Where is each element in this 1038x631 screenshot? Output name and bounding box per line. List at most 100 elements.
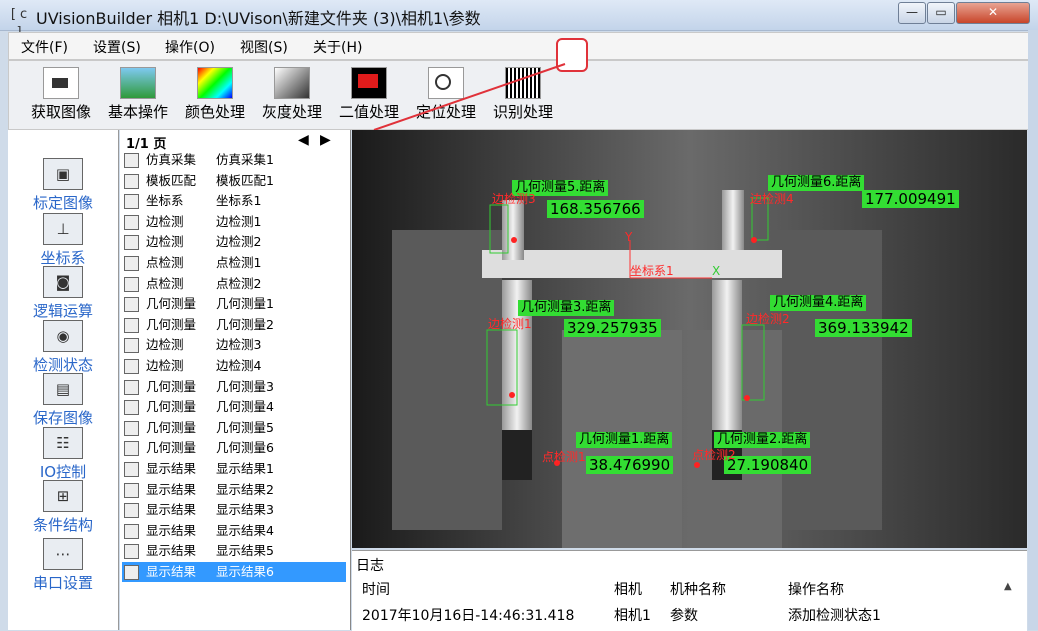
step-type-icon [124,565,139,580]
tool-label: 颜色处理 [184,103,245,121]
step-row[interactable]: 点检测 点检测1 [122,253,346,273]
edge2-label: 边检测2 [746,312,790,326]
nav-save-image[interactable]: ▤ 保存图像 [8,373,118,428]
condition-icon: ⊞ [43,480,83,512]
left-nav: ▣ 标定图像 ⊥ 坐标系 ◙ 逻辑运算 ◉ 检测状态 ▤ 保存图像 ☷ IO控制… [8,130,119,630]
step-type: 边检测 [146,358,184,373]
color-processing-button[interactable]: 颜色处理 [177,63,253,125]
step-row[interactable]: 边检测 边检测4 [122,356,346,376]
log-cell-time: 2017年10月16日-14:46:31.418 [362,608,575,624]
step-type: 显示结果 [146,481,197,497]
step-row[interactable]: 边检测 边检测3 [122,335,346,355]
nav-io-control[interactable]: ☷ IO控制 [8,427,118,482]
edge3-label: 边检测3 [492,192,536,206]
measure1-value: 38.476990 [586,456,674,474]
app-icon: [ c ] [10,7,28,40]
nav-calibrate-image[interactable]: ▣ 标定图像 [8,158,118,213]
maximize-button[interactable]: ▭ [927,2,955,24]
step-type-icon [124,482,139,498]
menu-view[interactable]: 视图(S) [240,37,288,57]
step-row[interactable]: 几何测量 几何测量2 [122,315,346,335]
image-viewer[interactable]: 几何测量5.距离 168.356766 几何测量6.距离 177.009491 … [352,130,1027,548]
step-row[interactable]: 显示结果 显示结果5 [122,541,346,561]
save-image-icon: ▤ [43,373,83,405]
step-row[interactable]: 几何测量 几何测量4 [122,397,346,417]
step-row[interactable]: 显示结果 显示结果4 [122,521,346,541]
status-icon: ◉ [43,320,83,352]
log-title: 日志 [356,558,384,574]
log-header-model: 机种名称 [670,582,726,598]
nav-label: IO控制 [39,463,87,481]
step-type-icon [124,194,139,210]
step-row[interactable]: 显示结果 显示结果3 [122,500,346,520]
step-type-icon [124,441,139,457]
step-name: 显示结果5 [216,543,274,559]
minimize-button[interactable]: — [898,2,926,24]
step-type: 几何测量 [146,378,197,394]
next-page-icon[interactable]: ▶ [320,132,331,148]
step-name: 几何测量4 [216,399,274,415]
nav-label: 保存图像 [32,409,93,427]
step-row[interactable]: 显示结果 显示结果2 [122,480,346,500]
grayscale-processing-button[interactable]: 灰度处理 [254,63,330,125]
step-row[interactable]: 几何测量 几何测量6 [122,438,346,458]
measure2-value: 27.190840 [724,456,812,474]
measure4-value: 369.133942 [815,319,912,337]
menu-operation[interactable]: 操作(O) [165,37,215,57]
menu-about[interactable]: 关于(H) [313,37,362,57]
logic-icon: ◙ [43,266,83,298]
step-type-icon [124,544,139,560]
point1-label: 点检测1 [542,450,586,464]
step-type: 显示结果 [146,564,197,579]
step-name: 边检测1 [216,213,262,229]
step-type: 模板匹配 [146,172,197,188]
step-type: 几何测量 [146,316,197,332]
step-row[interactable]: 边检测 边检测1 [122,212,346,232]
step-list-panel: 1/1 页 ◀ ▶ 仿真采集 仿真采集1 模板匹配 模板匹配1 坐标系 坐标系1 边检测 边检… [120,130,351,630]
step-row[interactable]: 点检测 点检测2 [122,274,346,294]
step-type: 显示结果 [146,522,197,538]
step-row[interactable]: 边检测 边检测2 [122,232,346,252]
log-scroll-up-icon[interactable]: ▲ [1004,581,1012,592]
measure3-value: 329.257935 [564,319,661,337]
step-type-icon [124,420,139,436]
log-cell-operation: 添加检测状态1 [788,608,881,624]
menu-file[interactable]: 文件(F) [21,37,68,57]
nav-label: 检测状态 [32,356,93,374]
step-row[interactable]: 坐标系 坐标系1 [122,191,346,211]
log-cell-model: 参数 [670,608,698,624]
close-button[interactable]: ✕ [956,2,1030,24]
step-name: 显示结果2 [216,481,274,497]
step-row[interactable]: 仿真采集 仿真采集1 [122,150,346,170]
prev-page-icon[interactable]: ◀ [298,132,309,148]
log-header-camera: 相机 [614,582,642,598]
window-title: UVisionBuilder 相机1 D:\UVison\新建文件夹 (3)\相… [36,9,481,28]
grayscale-icon [274,67,310,99]
step-name: 显示结果3 [216,502,274,518]
nav-condition-structure[interactable]: ⊞ 条件结构 [8,480,118,535]
nav-coordinate-system[interactable]: ⊥ 坐标系 [8,213,118,268]
log-cell-camera: 相机1 [614,608,651,624]
step-type: 坐标系 [146,193,184,209]
color-gradient-icon [197,67,233,99]
step-row[interactable]: 几何测量 几何测量1 [122,294,346,314]
step-type: 显示结果 [146,461,197,476]
step-type: 点检测 [146,255,184,270]
step-name: 边检测3 [216,337,262,353]
basic-operation-button[interactable]: 基本操作 [100,63,176,125]
step-type: 仿真采集 [146,152,197,167]
tool-label: 基本操作 [107,103,168,121]
step-name: 坐标系1 [216,193,262,209]
step-row[interactable]: 显示结果 显示结果6 [122,562,346,582]
step-row[interactable]: 几何测量 几何测量5 [122,418,346,438]
step-type-icon [124,503,139,519]
acquire-image-button[interactable]: 获取图像 [23,63,99,125]
nav-detection-status[interactable]: ◉ 检测状态 [8,320,118,375]
io-icon: ☷ [43,427,83,459]
step-row[interactable]: 几何测量 几何测量3 [122,377,346,397]
step-row[interactable]: 显示结果 显示结果1 [122,459,346,479]
nav-logic-operation[interactable]: ◙ 逻辑运算 [8,266,118,321]
step-row[interactable]: 模板匹配 模板匹配1 [122,171,346,191]
menu-settings[interactable]: 设置(S) [93,37,141,57]
nav-serial-settings[interactable]: ⋯ 串口设置 [8,538,118,593]
